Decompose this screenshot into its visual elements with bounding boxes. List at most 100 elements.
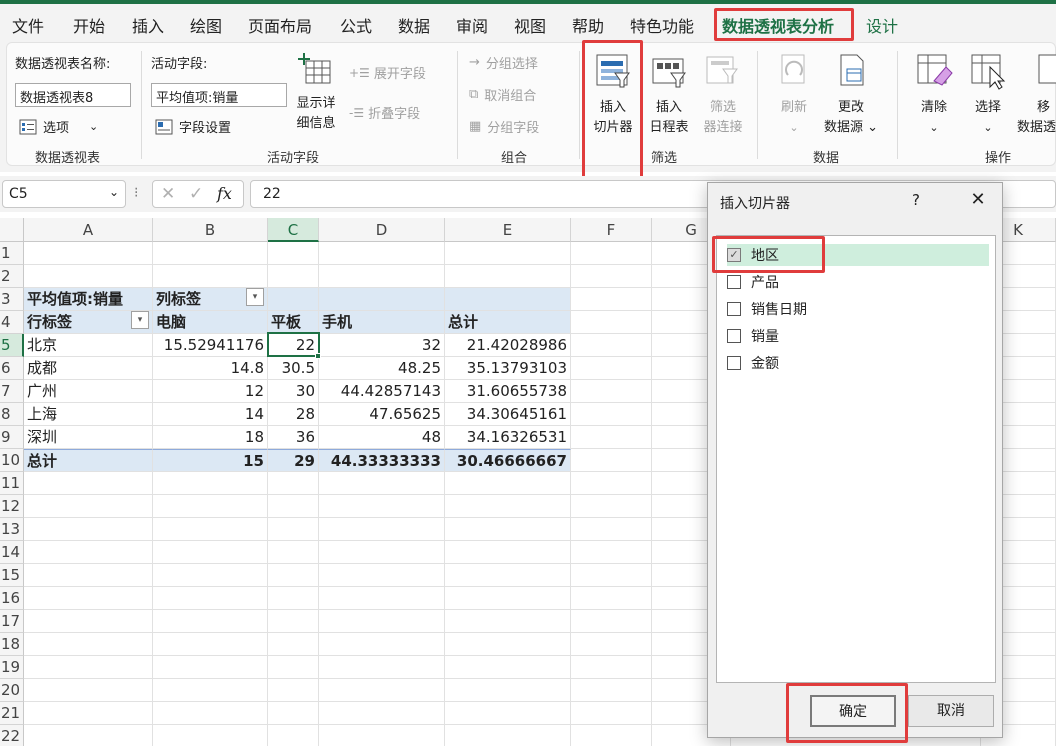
column-header-f[interactable]: F	[571, 218, 652, 242]
pivot-grand-total-label[interactable]: 总计	[24, 449, 153, 472]
grid-cell[interactable]	[268, 702, 319, 725]
menu-help[interactable]: 帮助	[572, 13, 604, 37]
menu-special-features[interactable]: 特色功能	[630, 13, 694, 37]
grid-cell[interactable]	[571, 426, 652, 449]
row-label-filter-dropdown[interactable]: ▾	[131, 311, 149, 329]
pivot-grand-total-value[interactable]: 29	[268, 449, 319, 472]
checkbox-icon[interactable]	[727, 329, 741, 343]
row-header[interactable]: 7	[0, 380, 24, 403]
column-header-a[interactable]: A	[24, 218, 153, 242]
grid-cell[interactable]	[153, 518, 268, 541]
grid-cell[interactable]	[319, 518, 445, 541]
pivot-value-cell[interactable]: 12	[153, 380, 268, 403]
group-selection-button[interactable]: → 分组选择	[469, 53, 538, 72]
cancel-icon[interactable]: ✕	[161, 184, 175, 204]
grid-cell[interactable]	[268, 633, 319, 656]
column-header-c[interactable]: C	[268, 218, 319, 242]
grid-cell[interactable]	[24, 679, 153, 702]
grid-cell[interactable]	[319, 587, 445, 610]
row-header[interactable]: 18	[0, 633, 24, 656]
row-header[interactable]: 21	[0, 702, 24, 725]
grid-cell[interactable]	[24, 265, 153, 288]
grid-cell[interactable]	[571, 380, 652, 403]
grid-cell[interactable]	[571, 242, 652, 265]
column-header-e[interactable]: E	[445, 218, 571, 242]
grid-cell[interactable]	[571, 265, 652, 288]
pivot-row-label[interactable]: 成都	[24, 357, 153, 380]
grid-cell[interactable]	[153, 242, 268, 265]
grid-cell[interactable]	[24, 242, 153, 265]
grid-cell[interactable]	[153, 541, 268, 564]
grid-cell[interactable]	[153, 725, 268, 746]
grid-cell[interactable]	[571, 610, 652, 633]
pivot-value-cell[interactable]: 30.5	[268, 357, 319, 380]
pivot-column-header[interactable]: 手机	[319, 311, 445, 334]
pivot-header-cell[interactable]	[319, 288, 445, 311]
row-header[interactable]: 4	[0, 311, 24, 334]
pivot-grand-total-value[interactable]: 15	[153, 449, 268, 472]
menu-file[interactable]: 文件	[12, 13, 44, 37]
pivot-value-field-label[interactable]: 平均值项:销量	[24, 288, 153, 311]
row-header[interactable]: 22	[0, 725, 24, 746]
grid-cell[interactable]	[319, 656, 445, 679]
grid-cell[interactable]	[24, 518, 153, 541]
grid-cell[interactable]	[571, 449, 652, 472]
drilldown-button[interactable]: 显示详 细信息	[289, 51, 343, 134]
grid-cell[interactable]	[24, 610, 153, 633]
grid-cell[interactable]	[571, 357, 652, 380]
grid-cell[interactable]	[445, 702, 571, 725]
group-field-button[interactable]: ▦ 分组字段	[469, 117, 539, 136]
grid-cell[interactable]	[153, 495, 268, 518]
cancel-button[interactable]: 取消	[908, 695, 994, 727]
grid-cell[interactable]	[445, 587, 571, 610]
grid-cell[interactable]	[571, 472, 652, 495]
grid-cell[interactable]	[268, 518, 319, 541]
grid-cell[interactable]	[268, 265, 319, 288]
pivot-value-cell[interactable]: 18	[153, 426, 268, 449]
row-header[interactable]: 14	[0, 541, 24, 564]
menu-page-layout[interactable]: 页面布局	[248, 13, 312, 37]
grid-cell[interactable]	[445, 610, 571, 633]
grid-cell[interactable]	[153, 265, 268, 288]
pivot-value-cell[interactable]: 48.25	[319, 357, 445, 380]
grid-cell[interactable]	[153, 702, 268, 725]
pivot-column-header[interactable]: 总计	[445, 311, 571, 334]
grid-cell[interactable]	[24, 587, 153, 610]
ungroup-button[interactable]: ⧉ 取消组合	[469, 85, 536, 104]
checkbox-icon[interactable]	[727, 356, 741, 370]
pivot-value-cell[interactable]: 21.42028986	[445, 334, 571, 357]
grid-cell[interactable]	[153, 679, 268, 702]
row-header[interactable]: 5	[0, 334, 24, 357]
grid-cell[interactable]	[571, 679, 652, 702]
row-header[interactable]: 12	[0, 495, 24, 518]
pivot-value-cell[interactable]: 28	[268, 403, 319, 426]
grid-cell[interactable]	[445, 564, 571, 587]
pivot-value-cell[interactable]: 30	[268, 380, 319, 403]
grid-cell[interactable]	[445, 242, 571, 265]
row-header[interactable]: 2	[0, 265, 24, 288]
row-header[interactable]: 17	[0, 610, 24, 633]
grid-cell[interactable]	[445, 725, 571, 746]
row-header[interactable]: 1	[0, 242, 24, 265]
grid-cell[interactable]	[153, 564, 268, 587]
grid-cell[interactable]	[319, 541, 445, 564]
grid-cell[interactable]	[445, 265, 571, 288]
pivot-name-input[interactable]: 数据透视表8	[15, 83, 131, 107]
row-header[interactable]: 10	[0, 449, 24, 472]
menu-home[interactable]: 开始	[73, 13, 105, 37]
pivot-value-cell[interactable]: 34.16326531	[445, 426, 571, 449]
select-all-corner[interactable]	[0, 218, 24, 242]
grid-cell[interactable]	[571, 564, 652, 587]
menu-design[interactable]: 设计	[866, 13, 898, 37]
grid-cell[interactable]	[445, 472, 571, 495]
pivot-value-cell[interactable]: 14	[153, 403, 268, 426]
refresh-button[interactable]: 刷新 ⌄	[769, 51, 819, 138]
grid-cell[interactable]	[571, 587, 652, 610]
grid-cell[interactable]	[153, 610, 268, 633]
grid-cell[interactable]	[268, 725, 319, 746]
grid-cell[interactable]	[445, 656, 571, 679]
grid-cell[interactable]	[24, 495, 153, 518]
grid-cell[interactable]	[319, 564, 445, 587]
grid-cell[interactable]	[319, 725, 445, 746]
grid-cell[interactable]	[268, 541, 319, 564]
